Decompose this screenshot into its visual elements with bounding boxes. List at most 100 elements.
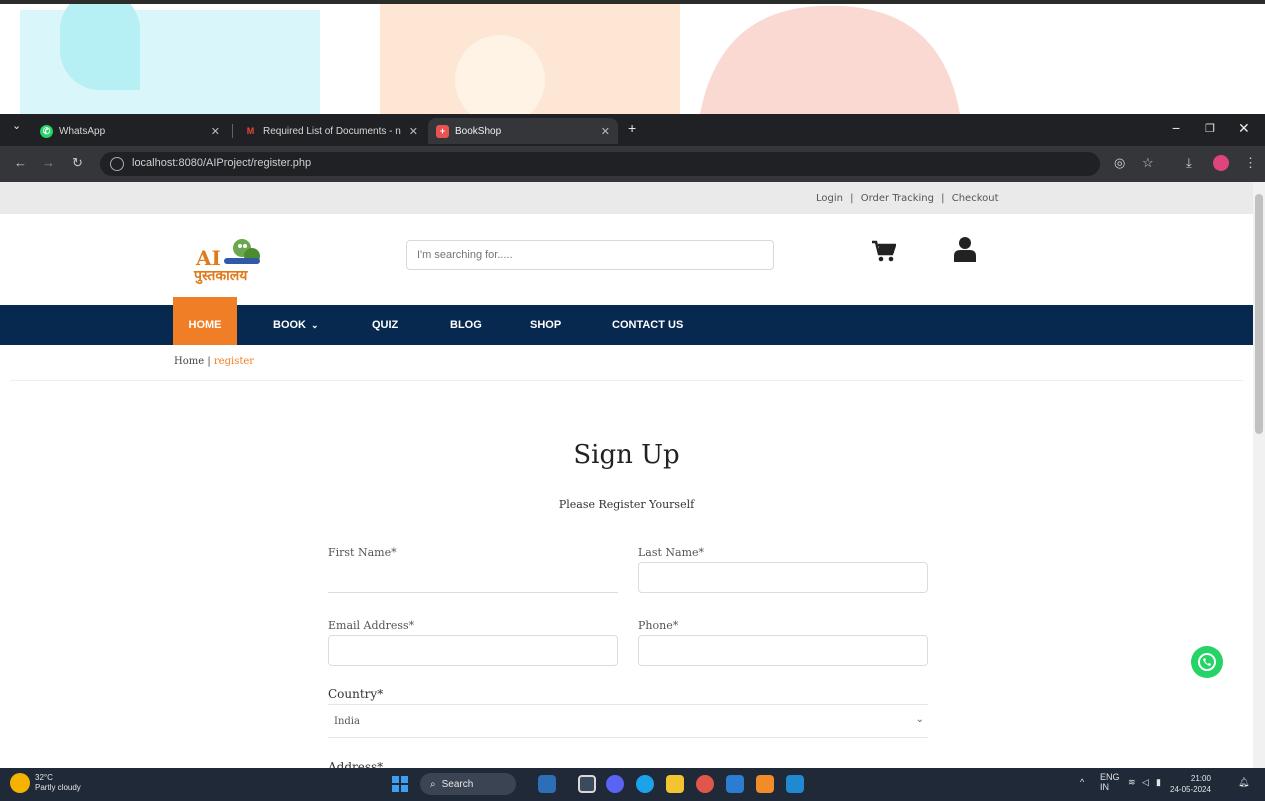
site-info-icon[interactable] xyxy=(110,157,124,171)
webpage: Login | Order Tracking | Checkout AI पुस… xyxy=(0,182,1253,768)
email-label: Email Address* xyxy=(328,619,415,632)
checkout-link[interactable]: Checkout xyxy=(952,193,999,204)
notification-bell-icon[interactable]: 🔔︎ xyxy=(1238,777,1249,788)
main-nav: HOME BOOK ⌄ QUIZ BLOG SHOP CONTACT US xyxy=(0,297,1253,345)
edge-icon[interactable] xyxy=(636,775,654,793)
forward-icon[interactable]: → xyxy=(42,155,55,170)
nav-quiz-label: QUIZ xyxy=(372,319,399,331)
language-indicator[interactable]: ENG IN xyxy=(1100,772,1120,792)
scrollbar-thumb[interactable] xyxy=(1255,194,1263,434)
desktop-wallpaper xyxy=(0,0,1265,114)
link-separator: | xyxy=(941,193,945,204)
weather-text: 32°C Partly cloudy xyxy=(35,773,81,793)
battery-icon[interactable]: ▮ xyxy=(1156,777,1161,788)
file-explorer-icon[interactable] xyxy=(666,775,684,793)
country-label: Country* xyxy=(328,687,384,701)
taskbar-search[interactable]: ⌕ Search xyxy=(420,773,516,795)
last-name-label: Last Name* xyxy=(638,546,705,559)
divider xyxy=(10,380,1243,381)
top-links: Login | Order Tracking | Checkout xyxy=(814,193,1001,204)
close-icon[interactable]: ✕ xyxy=(601,125,610,138)
tab-bookshop[interactable]: + BookShop ✕ xyxy=(428,118,618,144)
profile-avatar[interactable] xyxy=(1213,155,1229,171)
search-icon: ⌕ xyxy=(430,778,436,790)
login-link[interactable]: Login xyxy=(816,193,843,204)
download-icon[interactable]: ⤓ xyxy=(1186,155,1192,171)
vscode-icon[interactable] xyxy=(786,775,804,793)
browser-toolbar: ← → ↻ localhost:8080/AIProject/register.… xyxy=(0,146,1265,182)
eye-off-icon[interactable]: ◎ xyxy=(1114,155,1125,171)
ship-game-app-icon[interactable] xyxy=(538,775,556,793)
address-bar[interactable]: localhost:8080/AIProject/register.php xyxy=(100,152,1100,176)
search-input[interactable] xyxy=(406,240,774,270)
whatsapp-chat-button[interactable] xyxy=(1191,646,1223,678)
tab-gmail[interactable]: M Required List of Documents - n ✕ xyxy=(236,118,426,144)
tab-whatsapp[interactable]: ✆ WhatsApp ✕ xyxy=(32,118,228,144)
close-icon[interactable]: ✕ xyxy=(211,125,220,138)
country-value: India xyxy=(334,716,360,727)
bookshop-favicon: + xyxy=(436,124,449,138)
chevron-up-icon[interactable]: ^ xyxy=(1080,777,1084,787)
logo-hindi-text: पुस्तकालय xyxy=(194,267,248,283)
first-name-field[interactable] xyxy=(328,562,618,593)
nav-book-label: BOOK xyxy=(273,319,306,331)
order-tracking-link[interactable]: Order Tracking xyxy=(861,193,934,204)
word-icon[interactable] xyxy=(726,775,744,793)
task-view-icon[interactable] xyxy=(578,775,596,793)
nav-shop[interactable]: SHOP xyxy=(530,305,561,345)
nav-book[interactable]: BOOK ⌄ xyxy=(273,305,319,345)
nav-quiz[interactable]: QUIZ xyxy=(372,305,398,345)
chrome-icon[interactable] xyxy=(696,775,714,793)
restore-icon[interactable]: ❐ xyxy=(1205,122,1215,135)
back-icon[interactable]: ← xyxy=(14,155,27,170)
tab-title: Required List of Documents - n xyxy=(263,125,401,137)
breadcrumb: Home | register xyxy=(174,356,254,367)
chat-app-icon[interactable] xyxy=(606,775,624,793)
tab-search-icon[interactable]: ⌄ xyxy=(12,119,21,132)
breadcrumb-home[interactable]: Home xyxy=(174,356,204,367)
xampp-icon[interactable] xyxy=(756,775,774,793)
weather-temp: 32°C xyxy=(35,773,53,782)
wifi-icon[interactable]: ≋ xyxy=(1128,777,1136,788)
weather-desc: Partly cloudy xyxy=(35,783,81,792)
volume-icon[interactable]: ◁ xyxy=(1142,777,1149,788)
address-label: Address* xyxy=(328,760,384,768)
minimize-icon[interactable]: − xyxy=(1172,120,1180,136)
nav-contact-label: CONTACT US xyxy=(612,319,684,331)
nav-contact-us[interactable]: CONTACT US xyxy=(612,305,683,345)
system-clock[interactable]: 21:00 24-05-2024 xyxy=(1170,773,1211,795)
breadcrumb-separator: | xyxy=(207,356,211,367)
phone-label: Phone* xyxy=(638,619,679,632)
bookmark-star-icon[interactable]: ☆ xyxy=(1142,155,1154,171)
page-title: Sign Up xyxy=(573,440,680,470)
windows-taskbar: 32°C Partly cloudy ⌕ Search ^ ENG IN ≋ ◁… xyxy=(0,768,1265,801)
reload-icon[interactable]: ↻ xyxy=(72,155,83,171)
page-scrollbar[interactable] xyxy=(1253,182,1265,768)
weather-widget[interactable]: 32°C Partly cloudy xyxy=(10,773,81,793)
nav-home[interactable]: HOME xyxy=(173,297,237,345)
country-select[interactable]: India ⌄ xyxy=(328,704,928,738)
nav-shop-label: SHOP xyxy=(530,319,562,331)
tab-divider xyxy=(232,124,233,138)
top-strip: Login | Order Tracking | Checkout xyxy=(0,182,1253,214)
nav-blog[interactable]: BLOG xyxy=(450,305,482,345)
user-icon[interactable] xyxy=(954,236,976,262)
windows-start-icon[interactable] xyxy=(392,776,408,792)
whatsapp-icon xyxy=(1198,653,1216,671)
taskbar-search-label: Search xyxy=(441,778,474,790)
close-icon[interactable]: ✕ xyxy=(409,125,418,138)
wallpaper-top-edge xyxy=(0,0,1265,4)
new-tab-button[interactable]: + xyxy=(628,120,636,136)
link-separator: | xyxy=(850,193,854,204)
clock-time: 21:00 xyxy=(1190,774,1211,783)
cart-icon[interactable] xyxy=(872,240,896,262)
breadcrumb-current: register xyxy=(213,356,255,367)
menu-kebab-icon[interactable]: ⋮ xyxy=(1244,155,1257,171)
last-name-field[interactable] xyxy=(638,562,928,593)
site-logo[interactable]: AI पुस्तकालय xyxy=(192,234,272,286)
email-field[interactable] xyxy=(328,635,618,666)
tab-title: WhatsApp xyxy=(59,125,106,137)
phone-field[interactable] xyxy=(638,635,928,666)
url-text: localhost:8080/AIProject/register.php xyxy=(132,157,312,169)
window-close-icon[interactable]: ✕ xyxy=(1238,120,1250,137)
